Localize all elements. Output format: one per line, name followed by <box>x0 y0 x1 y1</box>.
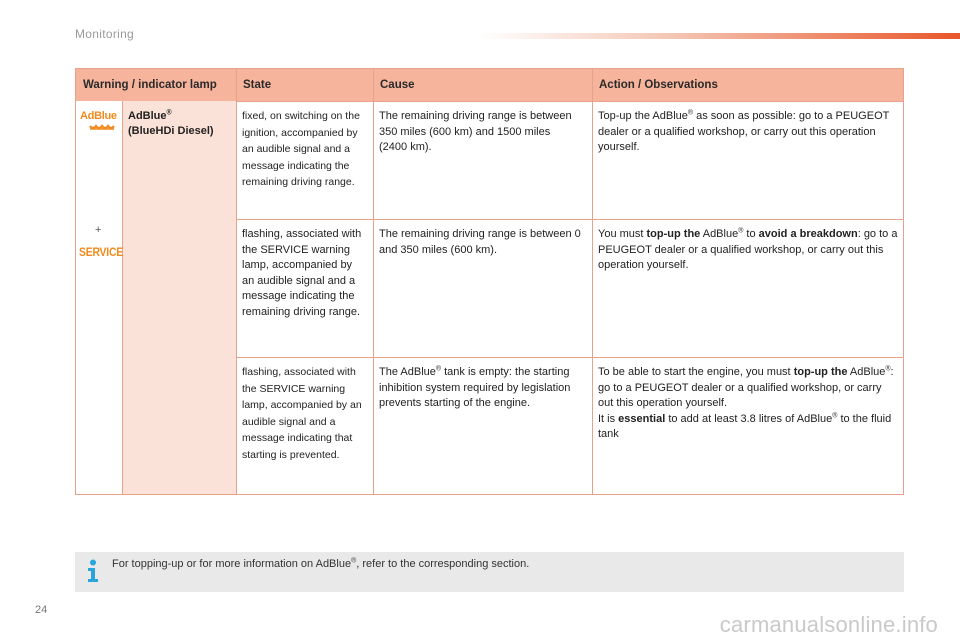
row3-cause: The AdBlue® tank is empty: the starting … <box>379 365 589 412</box>
text-run: For topping-up or for more information o… <box>112 558 352 570</box>
text-run-bold: top-up the <box>646 228 701 240</box>
header-lamp: Warning / indicator lamp <box>83 79 217 91</box>
text-run: , refer to the corresponding section. <box>356 558 530 570</box>
row-divider <box>236 219 903 220</box>
row2-state: flashing, associated with the SERVICE wa… <box>242 228 362 318</box>
text-run: AdBlue <box>700 228 739 240</box>
lamp-label-name: AdBlue <box>128 110 167 122</box>
section-title: Monitoring <box>75 27 135 41</box>
service-lamp-icon: SERVICE <box>79 247 124 259</box>
page-number: 24 <box>35 604 48 616</box>
fluid-wave-icon <box>89 124 115 130</box>
row3-state: flashing, associated with the SERVICE wa… <box>242 366 362 461</box>
plus-sign: + <box>95 224 102 236</box>
text-run: It is <box>598 412 619 425</box>
column-divider <box>373 69 374 494</box>
column-divider <box>592 69 593 494</box>
watermark: carmanualsonline.info <box>719 612 938 637</box>
lamp-icon-column <box>76 101 122 494</box>
lamp-label-sub: (BlueHDi Diesel) <box>128 125 214 137</box>
info-icon <box>88 559 98 582</box>
adblue-lamp-text: AdBlue <box>80 110 117 122</box>
row1-cause: The remaining driving range is between 3… <box>379 110 572 153</box>
lamp-label: AdBlue® (BlueHDi Diesel) <box>128 109 214 139</box>
header-cause: Cause <box>380 79 415 91</box>
row-divider <box>236 357 903 358</box>
adblue-lamp-icon: AdBlue <box>80 110 120 132</box>
text-run-bold: top-up the <box>793 366 848 378</box>
text-run: Top-up the AdBlue <box>598 110 688 122</box>
row2-cause: The remaining driving range is between 0… <box>379 228 581 256</box>
row2-action: You must top-up the AdBlue® to avoid a b… <box>598 227 898 274</box>
column-divider <box>236 69 237 494</box>
header-action: Action / Observations <box>599 79 718 91</box>
table-header-row: Warning / indicator lamp State Cause Act… <box>76 69 903 102</box>
row1-state: fixed, on switching on the ignition, acc… <box>242 110 360 188</box>
text-run-bold: essential <box>618 412 666 425</box>
registered-mark: ® <box>166 109 172 117</box>
text-run-bold: avoid a breakdown <box>758 228 858 240</box>
text-run: to add at least 3.8 litres of AdBlue <box>665 412 833 425</box>
header-state: State <box>243 79 272 91</box>
header-decor-bar <box>480 33 960 39</box>
column-divider <box>122 101 123 494</box>
text-run: AdBlue <box>847 366 886 378</box>
warning-lamp-table: Warning / indicator lamp State Cause Act… <box>75 68 904 495</box>
text-run: You must <box>598 228 647 240</box>
text-run: To be able to start the engine, you must <box>598 366 794 378</box>
info-text: For topping-up or for more information o… <box>112 557 530 570</box>
lamp-label-column <box>122 101 236 494</box>
row1-action: Top-up the AdBlue® as soon as possible: … <box>598 109 898 156</box>
text-run: to <box>743 228 759 240</box>
row3-action: To be able to start the engine, you must… <box>598 365 898 443</box>
text-run: The AdBlue <box>379 366 436 378</box>
info-box: For topping-up or for more information o… <box>75 552 904 592</box>
